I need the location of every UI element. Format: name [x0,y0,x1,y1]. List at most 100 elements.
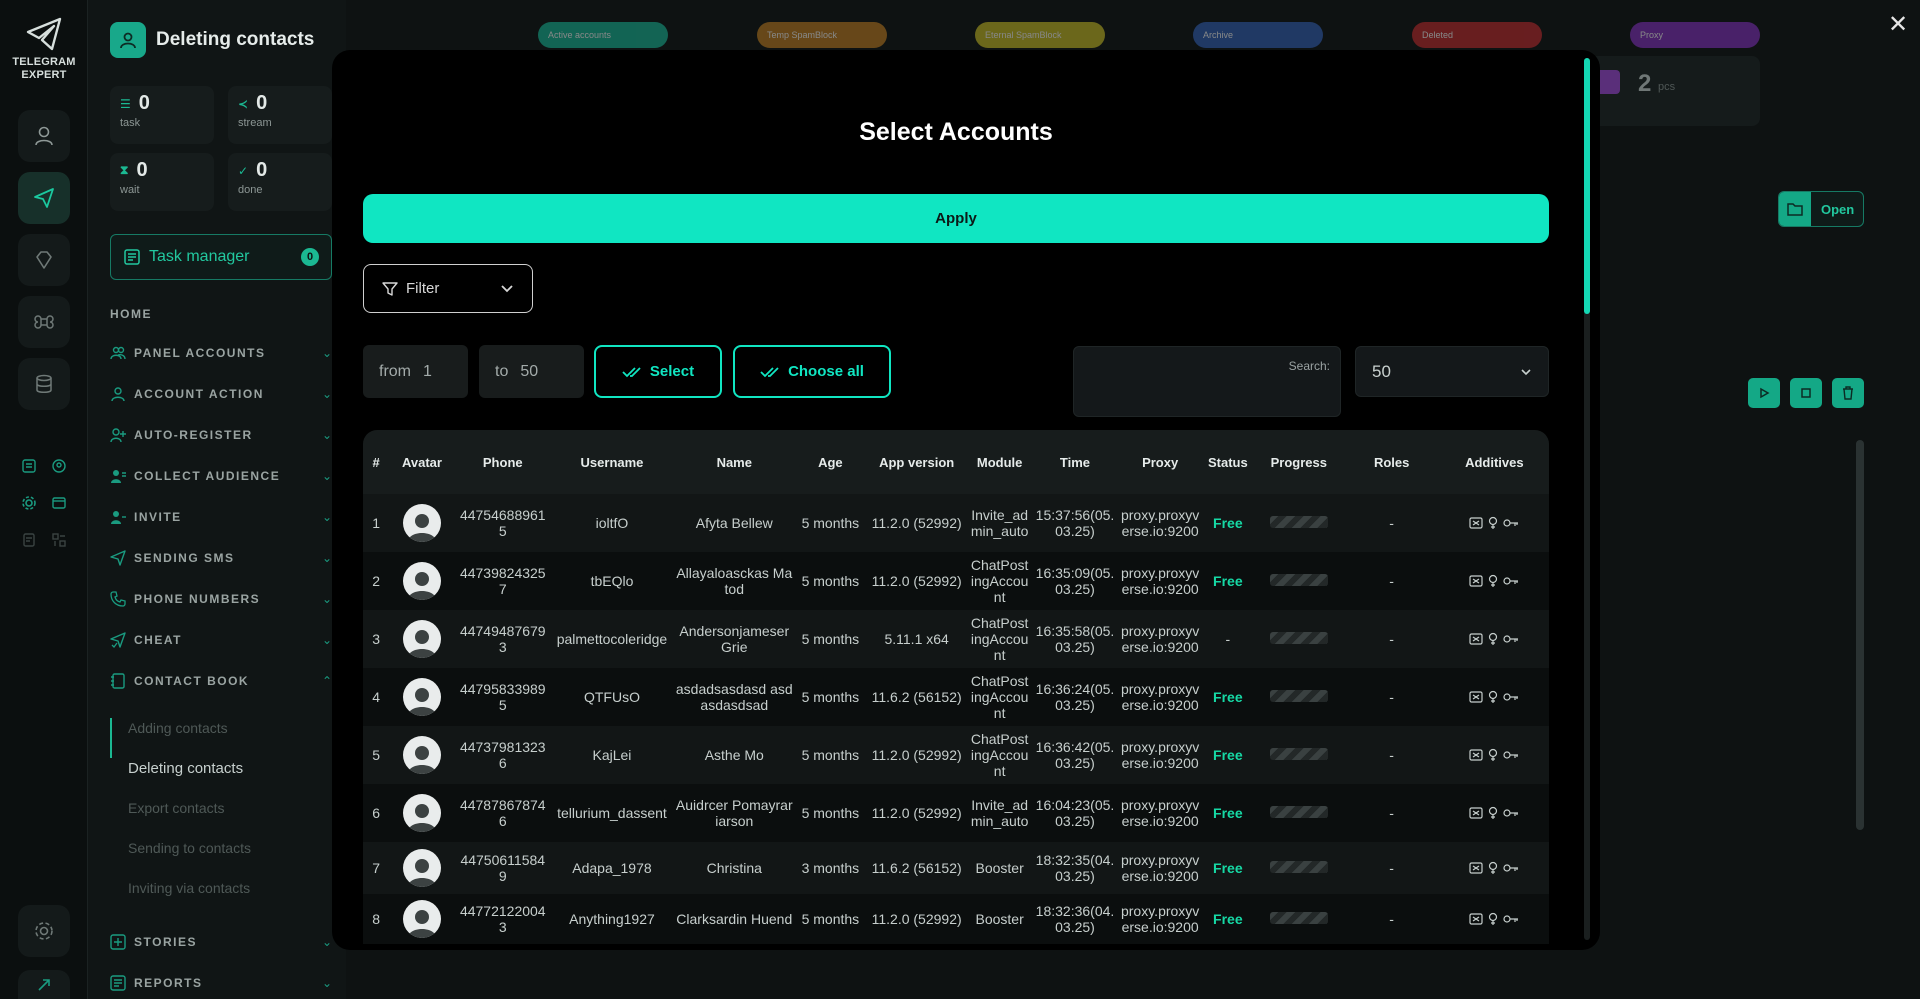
pill-eternal-spamblock[interactable]: Eternal SpamBlock [975,22,1105,48]
proxy-count: 2 [1638,70,1652,97]
user-icon [35,126,53,146]
table-row[interactable]: 1 447546889615 ioltfO Afyta Bellew 5 months 1… [363,494,1549,552]
nav-contact-book[interactable]: CONTACT BOOK ⌃ [110,669,332,693]
col-header[interactable]: Module [968,430,1031,494]
row-number: 5 [372,747,380,763]
play-icon [1760,387,1770,399]
contact-book-icon [111,673,125,689]
status-cell: Free [1213,860,1243,876]
col-header[interactable]: Status [1202,430,1254,494]
progress-bar [1269,574,1328,586]
avatar-silhouette-icon [407,688,436,716]
roles-cell: - [1389,805,1394,821]
per-page-select[interactable]: 50 [1355,346,1549,397]
avatar-silhouette-icon [407,746,436,774]
stop-button[interactable] [1790,378,1822,408]
per-page-value: 50 [1372,361,1391,381]
nav-phone-numbers[interactable]: PHONE NUMBERS ⌄ [110,587,332,611]
nav-account-action[interactable]: ACCOUNT ACTION ⌄ [110,382,332,406]
rail-window-icon[interactable] [48,492,70,514]
rail-list-icon[interactable] [18,455,40,477]
col-header[interactable]: Proxy [1119,430,1202,494]
rail-settings-button[interactable] [18,905,70,957]
play-button[interactable] [1748,378,1780,408]
col-header[interactable]: Avatar [389,430,455,494]
phone-cell: 447546889615 [459,507,546,539]
table-row[interactable]: 8 447721220043 Anything1927 Clarksardin Hue… [363,894,1549,944]
nav-panel-accounts[interactable]: PANEL ACCOUNTS ⌄ [110,341,332,365]
nav-stories[interactable]: STORIES ⌄ [110,930,332,954]
pill-deleted[interactable]: Deleted [1412,22,1542,48]
modal-scrollbar[interactable] [1584,58,1590,940]
nav-cheat[interactable]: CHEAT ⌄ [110,628,332,652]
sub-sending-to-contacts[interactable]: Sending to contacts [128,840,251,856]
table-row[interactable]: 3 447494876793 palmettocoleridge Andersonja… [363,610,1549,668]
delete-button[interactable] [1832,378,1864,408]
range-to-value[interactable]: 50 [520,363,538,381]
sub-export-contacts[interactable]: Export contacts [128,800,225,816]
pill-label: Active accounts [548,30,612,40]
sub-adding-contacts[interactable]: Adding contacts [128,720,228,736]
table-row[interactable]: 7 447506115849 Adapa_1978 Christina 3 months… [363,842,1549,894]
table-row[interactable]: 2 447398243257 tbEQlo Allayaloasckas Matod 5… [363,552,1549,610]
sub-deleting-contacts[interactable]: Deleting contacts [128,760,243,777]
nav-home[interactable]: HOME [110,307,152,321]
age-cell: 5 months [801,573,860,589]
nav-reports[interactable]: REPORTS ⌄ [110,971,332,995]
col-header[interactable]: Name [673,430,795,494]
rail-user-search-icon[interactable] [48,455,70,477]
background-scrollbar[interactable] [1856,440,1864,830]
nav-auto-register[interactable]: AUTO-REGISTER ⌄ [110,423,332,447]
pill-active-accounts[interactable]: Active accounts [538,22,668,48]
rail-gear-icon[interactable] [18,492,40,514]
task-manager-button[interactable]: Task manager 0 [110,234,332,280]
rail-diamond-button[interactable] [18,234,70,286]
rail-command-button[interactable] [18,296,70,348]
choose-all-button[interactable]: Choose all [733,345,891,398]
stat-done: ✓ 0 done [228,153,332,211]
col-header[interactable]: Roles [1344,430,1440,494]
rail-send-button[interactable] [18,172,70,224]
col-header[interactable]: Age [795,430,865,494]
filter-dropdown[interactable]: Filter [363,264,533,313]
col-header[interactable]: Username [551,430,673,494]
search-input[interactable] [1084,390,1324,406]
range-from-field[interactable]: from 1 [363,345,468,398]
select-button[interactable]: Select [594,345,722,398]
range-from-label: from [379,362,411,380]
col-header[interactable]: Phone [455,430,551,494]
sub-inviting-via-contacts[interactable]: Inviting via contacts [128,880,250,896]
pill-archive[interactable]: Archive [1193,22,1323,48]
diamond-icon [36,251,52,269]
range-from-value[interactable]: 1 [423,363,432,381]
rail-external-button[interactable] [18,970,70,999]
nav-invite[interactable]: INVITE ⌄ [110,505,332,529]
rail-grid-icon[interactable] [48,529,70,551]
rail-doc-icon[interactable] [18,529,40,551]
nav-sending-sms[interactable]: SENDING SMS ⌄ [110,546,332,570]
table-row[interactable]: 5 447379813236 KajLei Asthe Mo 5 months 11.2.… [363,726,1549,784]
rail-database-button[interactable] [18,358,70,410]
open-button[interactable]: Open [1778,191,1864,227]
select-label: Select [649,363,695,380]
nav-label: COLLECT AUDIENCE [134,469,281,483]
nav-collect-audience[interactable]: COLLECT AUDIENCE ⌄ [110,464,332,488]
table-row[interactable]: 6 447878678746 tellurium_dassent Auidrcer P… [363,784,1549,842]
col-header[interactable]: Additives [1440,430,1549,494]
chevron-up-icon: ⌃ [321,674,332,688]
pill-temp-spamblock[interactable]: Temp SpamBlock [757,22,887,48]
col-header[interactable]: App version [865,430,968,494]
table-row[interactable]: 4 447958339895 QTFUsO asdadsasdasd asdasdas… [363,668,1549,726]
col-header[interactable]: # [363,430,389,494]
modal-scrollbar-thumb[interactable] [1584,58,1590,314]
rail-accounts-button[interactable] [18,110,70,162]
apply-button[interactable]: Apply [363,194,1549,243]
col-header[interactable]: Progress [1254,430,1344,494]
pill-proxy[interactable]: Proxy [1630,22,1760,48]
age-cell: 3 months [801,860,860,876]
close-button[interactable]: ✕ [1880,6,1916,42]
range-to-field[interactable]: to 50 [479,345,584,398]
col-header[interactable]: Time [1031,430,1118,494]
external-link-icon [38,978,50,991]
avatar-cell [389,726,455,784]
